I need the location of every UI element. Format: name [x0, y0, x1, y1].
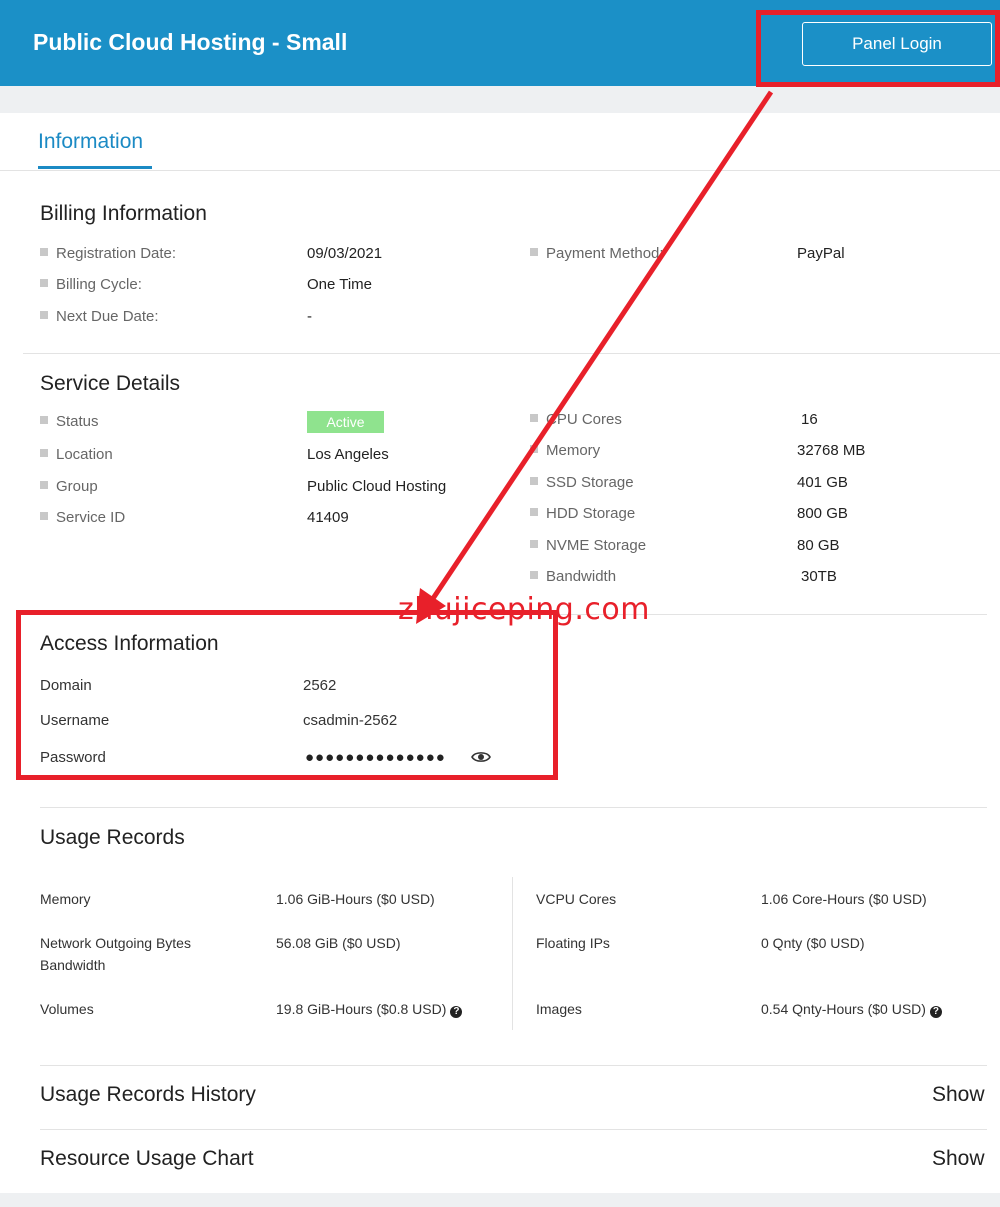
hdd-storage-label: HDD Storage — [530, 505, 635, 523]
hdd-storage-value: 800 GB — [797, 505, 848, 522]
billing-heading: Billing Information — [40, 202, 207, 225]
usage-history-heading: Usage Records History — [40, 1083, 256, 1106]
bullet-icon — [40, 416, 48, 424]
status-label: Status — [40, 413, 99, 431]
usage-heading: Usage Records — [40, 826, 185, 849]
ssd-storage-label: SSD Storage — [530, 474, 634, 492]
bullet-icon — [40, 311, 48, 319]
service-id-label: Service ID — [40, 509, 125, 527]
usage-vcpu-label: VCPU Cores — [536, 891, 617, 907]
bullet-icon — [40, 512, 48, 520]
cpu-cores-label: CPU Cores — [530, 411, 622, 429]
usage-memory-value: 1.06 GiB-Hours ($0 USD) — [276, 891, 435, 907]
bullet-icon — [40, 449, 48, 457]
memory-label: Memory — [530, 442, 600, 460]
usage-floating-ips-value: 0 Qnty ($0 USD) — [761, 935, 865, 951]
bullet-icon — [40, 481, 48, 489]
payment-method-label: Payment Method: — [530, 245, 664, 263]
bullet-icon — [530, 540, 538, 548]
bullet-icon — [530, 571, 538, 579]
usage-history-show-link[interactable]: Show — [932, 1083, 985, 1107]
status-badge: Active — [307, 411, 384, 433]
bullet-icon — [530, 414, 538, 422]
registration-date-value: 09/03/2021 — [307, 245, 383, 262]
usage-floating-ips-label: Floating IPs — [536, 935, 610, 951]
usage-network-label: Network Outgoing Bytes Bandwidth — [40, 935, 191, 973]
tab-active-indicator — [38, 166, 152, 169]
ssd-storage-value: 401 GB — [797, 474, 848, 491]
resource-chart-show-link[interactable]: Show — [932, 1147, 985, 1171]
resource-chart-heading: Resource Usage Chart — [40, 1147, 254, 1170]
service-heading: Service Details — [40, 372, 181, 395]
question-circle-icon[interactable]: ? — [929, 1006, 942, 1018]
usage-images-label: Images — [536, 1001, 582, 1017]
next-due-date-label: Next Due Date: — [40, 308, 159, 326]
annotation-box-access-info — [16, 610, 558, 780]
bullet-icon — [530, 477, 538, 485]
group-value: Public Cloud Hosting — [307, 478, 447, 495]
usage-volumes-label: Volumes — [40, 1001, 94, 1017]
usage-memory-label: Memory — [40, 891, 91, 907]
tab-divider — [0, 170, 1000, 171]
annotation-box-panel-login — [756, 10, 1000, 87]
location-value: Los Angeles — [307, 446, 389, 463]
bullet-icon — [40, 279, 48, 287]
billing-cycle-value: One Time — [307, 276, 373, 293]
next-due-date-value: - — [307, 308, 312, 325]
location-label: Location — [40, 446, 113, 464]
memory-value: 32768 MB — [797, 442, 866, 459]
usage-network-value: 56.08 GiB ($0 USD) — [276, 935, 401, 951]
section-divider — [40, 1129, 987, 1130]
column-divider — [512, 877, 513, 1030]
service-id-value: 41409 — [307, 509, 349, 526]
section-divider — [40, 1065, 987, 1066]
billing-cycle-label: Billing Cycle: — [40, 276, 142, 294]
watermark-text: zhujiceping.com — [398, 592, 650, 627]
section-divider — [40, 807, 987, 808]
usage-volumes-value: 19.8 GiB-Hours ($0.8 USD)? — [276, 998, 463, 1020]
tab-information[interactable]: Information — [38, 130, 143, 154]
group-label: Group — [40, 478, 98, 496]
registration-date-label: Registration Date: — [40, 245, 176, 263]
bullet-icon — [530, 248, 538, 256]
nvme-storage-label: NVME Storage — [530, 537, 646, 555]
page-title: Public Cloud Hosting - Small — [33, 29, 348, 55]
bandwidth-label: Bandwidth — [530, 568, 616, 586]
bullet-icon — [530, 445, 538, 453]
section-divider — [23, 353, 1000, 354]
cpu-cores-value: 16 — [801, 411, 818, 428]
bullet-icon — [40, 248, 48, 256]
bandwidth-value: 30TB — [801, 568, 837, 585]
bullet-icon — [530, 508, 538, 516]
nvme-storage-value: 80 GB — [797, 537, 840, 554]
usage-vcpu-value: 1.06 Core-Hours ($0 USD) — [761, 891, 927, 907]
payment-method-value: PayPal — [797, 245, 845, 262]
question-circle-icon[interactable]: ? — [450, 1006, 463, 1018]
usage-images-value: 0.54 Qnty-Hours ($0 USD)? — [761, 998, 942, 1020]
